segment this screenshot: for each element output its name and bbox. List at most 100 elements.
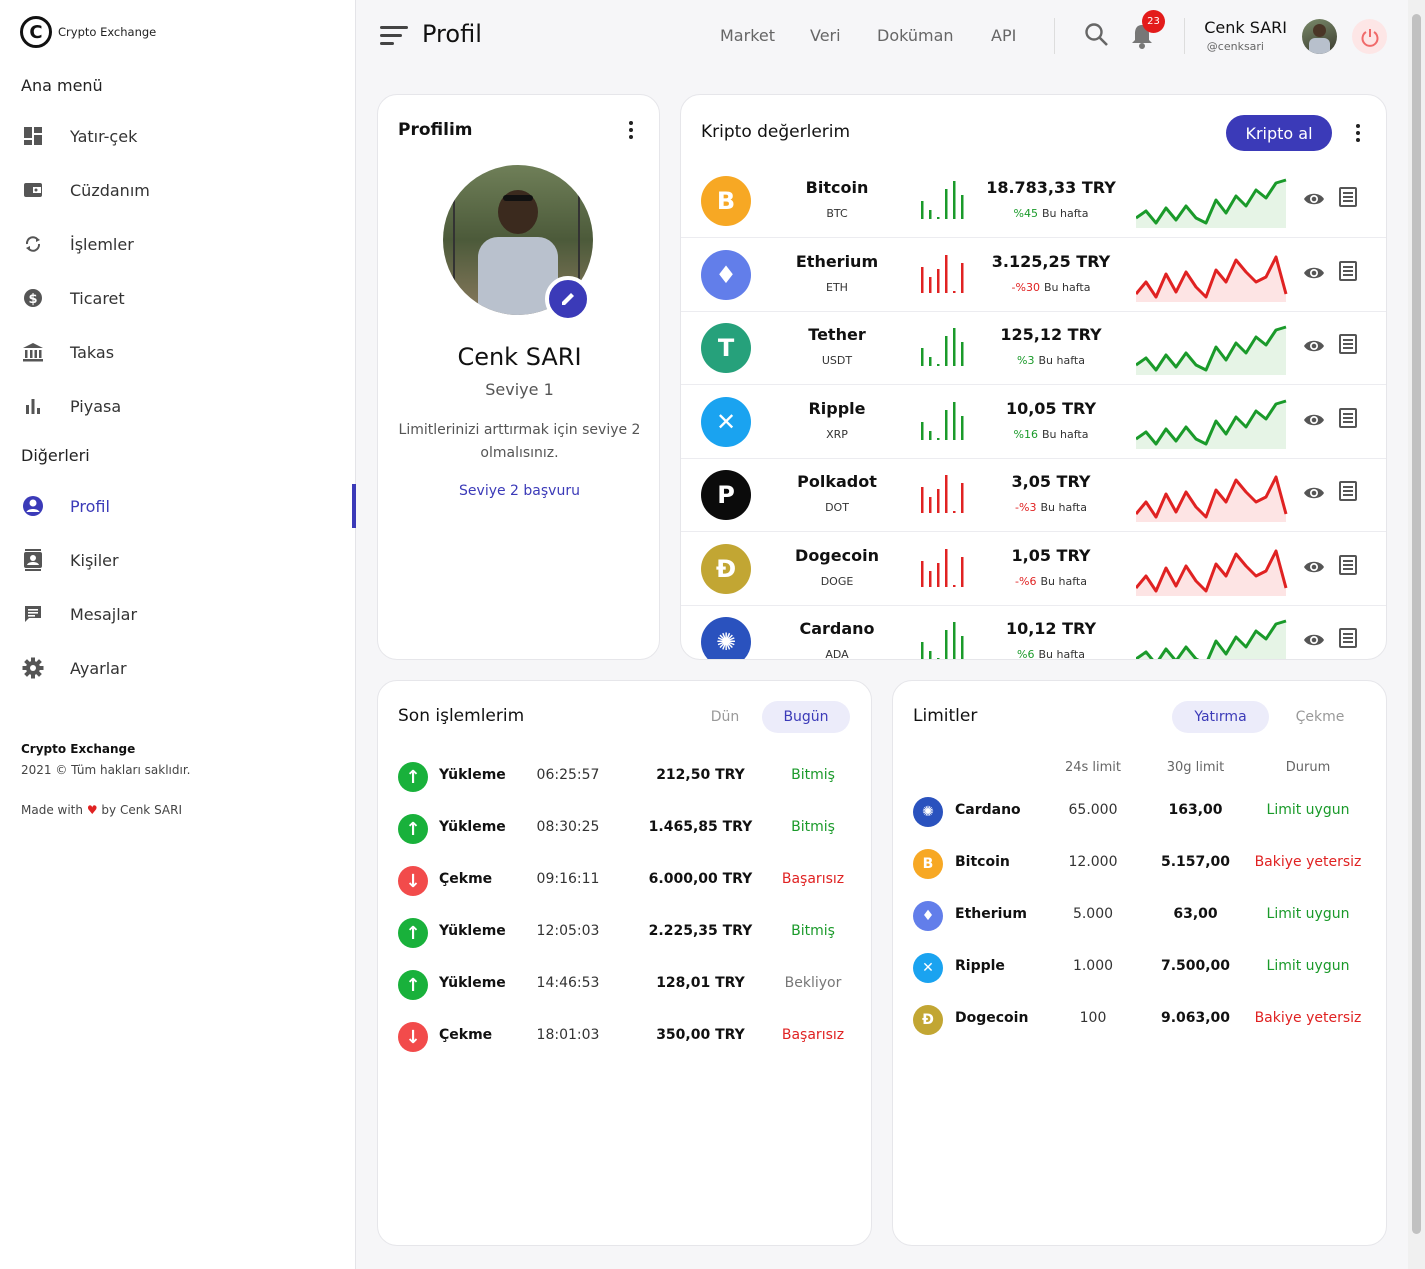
limit-row[interactable]: ✺ Cardano 65.000 163,00 Limit uygun [913,792,1373,832]
transaction-status: Bitmiş [791,767,835,783]
sidebar-item-yatır-çek[interactable]: Yatır-çek [0,114,356,158]
limit-30g: 9.063,00 [1160,1010,1231,1026]
limit-coin-name: Dogecoin [955,1010,1029,1026]
eye-icon[interactable] [1303,338,1325,354]
document-icon[interactable] [1339,407,1357,428]
more-vert-icon[interactable] [1356,124,1360,145]
volume-bars [921,548,964,587]
transaction-time: 06:25:57 [536,767,600,783]
tab-yatirma[interactable]: Yatırma [1172,701,1269,733]
header-avatar[interactable] [1302,19,1337,54]
header-divider [1054,18,1055,54]
sidebar-item-label: Mesajlar [70,604,138,624]
profile-card: Profilim Cenk SARI Seviye 1 Limitleriniz… [377,94,660,660]
more-vert-icon[interactable] [629,121,633,142]
limit-row[interactable]: B Bitcoin 12.000 5.157,00 Bakiye yetersiz [913,844,1373,884]
crypto-row[interactable]: Ð Dogecoin DOGE 1,05 TRY -%6 Bu hafta [681,533,1386,606]
eye-icon[interactable] [1303,485,1325,501]
crypto-row[interactable]: B Bitcoin BTC 18.783,33 TRY %45 Bu hafta [681,165,1386,238]
sidebar-item-cüzdanım[interactable]: Cüzdanım [0,168,356,212]
transaction-amount: 2.225,35 TRY [648,923,753,939]
document-icon[interactable] [1339,628,1357,648]
sidebar-item-kişiler[interactable]: Kişiler [0,538,356,582]
eye-icon[interactable] [1303,412,1325,428]
scrollbar-thumb[interactable] [1412,14,1421,1234]
nav-link-dokuman[interactable]: Doküman [877,26,954,45]
limit-row[interactable]: ♦ Etherium 5.000 63,00 Limit uygun [913,896,1373,936]
usdt-coin-icon: T [701,323,751,373]
sidebar-item-takas[interactable]: Takas [0,330,356,374]
sidebar-item-profil[interactable]: Profil [0,484,356,528]
limit-row[interactable]: ✕ Ripple 1.000 7.500,00 Limit uygun [913,948,1373,988]
tab-dun[interactable]: Dün [690,701,760,733]
crypto-row[interactable]: ♦ Etherium ETH 3.125,25 TRY -%30 Bu hafta [681,239,1386,312]
tab-cekme[interactable]: Çekme [1275,701,1365,733]
document-icon[interactable] [1339,481,1357,501]
heart-icon: ♥ [86,803,98,817]
search-icon[interactable] [1084,22,1110,48]
ripple-coin-icon: ✕ [913,953,943,983]
nav-link-api[interactable]: API [991,26,1016,45]
eye-icon[interactable] [1303,559,1325,575]
edit-photo-button[interactable] [545,276,591,322]
crypto-change: %45 Bu hafta [981,207,1121,220]
page-scrollbar[interactable] [1408,0,1425,1269]
logo[interactable]: C Crypto Exchange [20,16,156,48]
sidebar-item-ticaret[interactable]: $ Ticaret [0,276,356,320]
limit-coin-name: Ripple [955,958,1005,974]
tab-bugun[interactable]: Bugün [762,701,850,733]
bank-icon [22,341,44,363]
limit-30g: 63,00 [1173,906,1218,922]
profile-card-title: Profilim [398,120,473,140]
transaction-row[interactable]: ↓ Çekme 18:01:03 350,00 TRY Başarısız [398,1017,848,1057]
page-title: Profil [422,20,482,48]
eye-icon[interactable] [1303,191,1325,207]
header-user-name[interactable]: Cenk SARI [1150,18,1287,37]
sidebar-item-ayarlar[interactable]: Ayarlar [0,646,356,690]
limit-row[interactable]: Ð Dogecoin 100 9.063,00 Bakiye yetersiz [913,1000,1373,1040]
volume-bars [921,401,964,440]
arrow-down-icon: ↓ [398,866,428,896]
arrow-up-icon: ↑ [398,970,428,1000]
sidebar-item-i̇şlemler[interactable]: İşlemler [0,222,356,266]
column-30g-limit: 30g limit [1166,760,1225,775]
document-icon[interactable] [1339,554,1357,575]
menu-toggle-icon[interactable] [380,26,408,50]
document-icon[interactable] [1339,187,1357,207]
transaction-row[interactable]: ↑ Yükleme 12:05:03 2.225,35 TRY Bitmiş [398,913,848,953]
crypto-row[interactable]: P Polkadot DOT 3,05 TRY -%3 Bu hafta [681,459,1386,532]
document-icon[interactable] [1339,334,1357,354]
sidebar: C Crypto Exchange Ana menü Yatır-çek Cüzd… [0,0,356,1269]
level-2-apply-link[interactable]: Seviye 2 başvuru [378,483,661,499]
footer-brand: Crypto Exchange [21,742,136,756]
logo-icon: C [20,16,52,48]
crypto-row[interactable]: T Tether USDT 125,12 TRY %3 Bu hafta [681,312,1386,385]
limit-status: Limit uygun [1266,906,1350,922]
transaction-row[interactable]: ↑ Yükleme 06:25:57 212,50 TRY Bitmiş [398,757,848,797]
document-icon[interactable] [1339,260,1357,281]
dogecoin-coin-icon: Ð [913,1005,943,1035]
transaction-row[interactable]: ↓ Çekme 09:16:11 6.000,00 TRY Başarısız [398,861,848,901]
change-percent: %16 [1013,427,1038,441]
power-button[interactable] [1352,19,1387,54]
transaction-type: Yükleme [439,767,506,783]
nav-link-market[interactable]: Market [720,26,775,45]
buy-crypto-button[interactable]: Kripto al [1226,115,1332,151]
limit-24s: 1.000 [1072,958,1114,974]
dollar-icon: $ [22,287,44,309]
crypto-row[interactable]: ✺ Cardano ADA 10,12 TRY %6 Bu hafta [681,606,1386,660]
sidebar-item-mesajlar[interactable]: Mesajlar [0,592,356,636]
dashboard-icon [22,125,44,147]
sidebar-item-piyasa[interactable]: Piyasa [0,384,356,428]
brand-name: Crypto Exchange [58,25,157,39]
transaction-row[interactable]: ↑ Yükleme 08:30:25 1.465,85 TRY Bitmiş [398,809,848,849]
eye-icon[interactable] [1303,265,1325,281]
crypto-row[interactable]: ✕ Ripple XRP 10,05 TRY %16 Bu hafta [681,386,1386,459]
price-sparkline [1136,178,1287,228]
crypto-name: Etherium [795,251,879,271]
nav-link-veri[interactable]: Veri [810,26,841,45]
eye-icon[interactable] [1303,632,1325,648]
transaction-row[interactable]: ↑ Yükleme 14:46:53 128,01 TRY Bekliyor [398,965,848,1005]
change-period: Bu hafta [1038,648,1085,660]
transaction-type: Yükleme [439,975,506,991]
